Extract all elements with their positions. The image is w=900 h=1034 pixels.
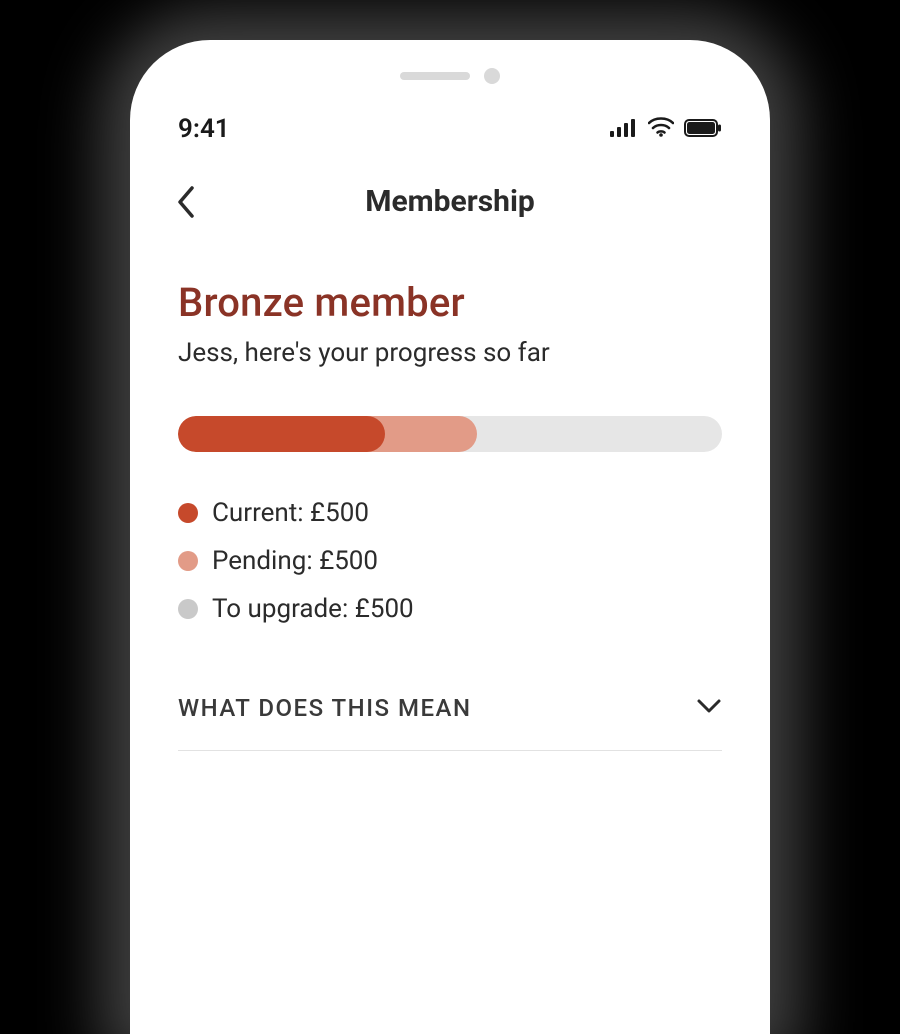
phone-frame: 9:41 [130, 40, 770, 1034]
chevron-left-icon [174, 184, 198, 220]
dot-icon-current [178, 503, 198, 523]
page-title: Membership [365, 184, 535, 219]
progress-subtitle: Jess, here's your progress so far [178, 338, 722, 368]
what-does-this-mean-accordion[interactable]: WHAT DOES THIS MEAN [178, 694, 722, 751]
dot-icon-upgrade [178, 599, 198, 619]
cellular-icon [610, 114, 638, 144]
progress-current-segment [178, 416, 385, 452]
battery-icon [684, 114, 722, 144]
wifi-icon [648, 114, 674, 144]
front-camera [484, 68, 500, 84]
dot-icon-pending [178, 551, 198, 571]
legend-current-label: Current: £500 [212, 498, 369, 528]
legend-upgrade: To upgrade: £500 [178, 594, 722, 624]
accordion-label: WHAT DOES THIS MEAN [178, 694, 471, 722]
progress-legend: Current: £500 Pending: £500 To upgrade: … [178, 498, 722, 624]
progress-bar [178, 416, 722, 452]
legend-pending: Pending: £500 [178, 546, 722, 576]
membership-tier: Bronze member [178, 279, 722, 326]
status-indicators [610, 114, 722, 144]
legend-current: Current: £500 [178, 498, 722, 528]
chevron-down-icon [696, 698, 722, 718]
nav-bar: Membership [130, 154, 770, 229]
device-notch [130, 40, 770, 84]
legend-pending-label: Pending: £500 [212, 546, 378, 576]
speaker-grill [400, 72, 470, 80]
status-bar: 9:41 [130, 84, 770, 154]
content-area: Bronze member Jess, here's your progress… [130, 229, 770, 751]
status-time: 9:41 [178, 114, 230, 144]
legend-upgrade-label: To upgrade: £500 [212, 594, 414, 624]
back-button[interactable] [174, 184, 198, 224]
